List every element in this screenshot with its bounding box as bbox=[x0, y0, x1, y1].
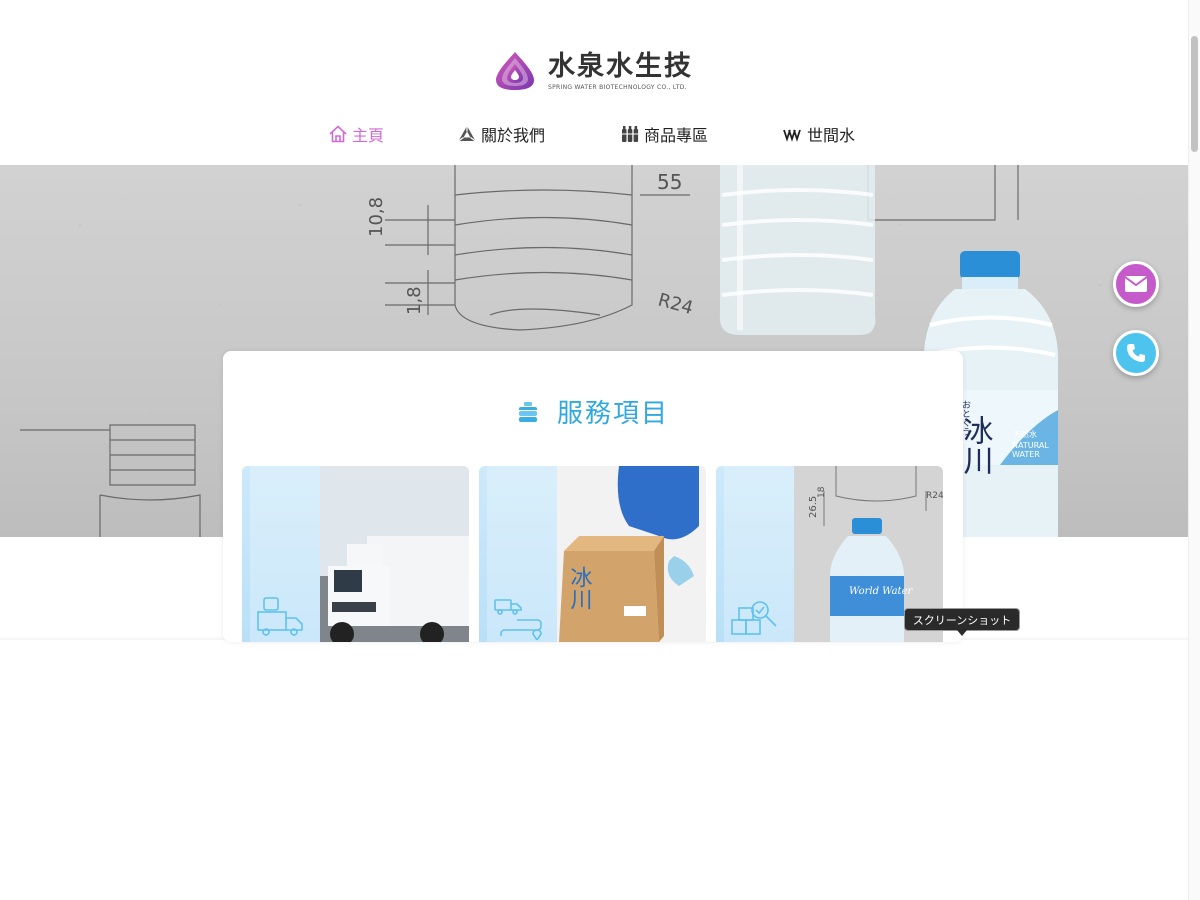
dimension-label: 10,8 bbox=[366, 197, 387, 237]
page: 水泉水生技 SPRING WATER BIOTECHNOLOGY CO., LT… bbox=[0, 0, 1200, 900]
nav-item-label: 主頁 bbox=[352, 126, 385, 145]
mail-icon bbox=[1124, 276, 1148, 292]
service-tile-delivery[interactable] bbox=[242, 466, 469, 642]
dimension-label: 18 bbox=[817, 486, 827, 498]
mail-button[interactable] bbox=[1113, 261, 1159, 307]
nav-item-label: 關於我們 bbox=[481, 126, 546, 145]
phone-button[interactable] bbox=[1113, 330, 1159, 376]
water-jug-icon bbox=[518, 401, 537, 422]
site-header: 水泉水生技 SPRING WATER BIOTECHNOLOGY CO., LT… bbox=[0, 0, 1188, 165]
page-scrollbar[interactable] bbox=[1188, 0, 1200, 900]
bottle-label-text: World Water bbox=[849, 586, 913, 597]
services-title: 服務項目 bbox=[556, 399, 669, 429]
brand-name-en: SPRING WATER BIOTECHNOLOGY CO., LTD. bbox=[548, 83, 687, 91]
nav-item-world-water[interactable]: 世間水 bbox=[783, 120, 855, 148]
nav-item-label: 商品專區 bbox=[644, 126, 709, 145]
services-section: 服務項目 冰川 26.5 R24 18 World Water bbox=[223, 351, 963, 642]
dimension-label: R24 bbox=[926, 491, 943, 501]
route-map-icon bbox=[494, 599, 542, 640]
bottle-sub-en: NATURAL bbox=[1012, 441, 1049, 450]
nav-item-about[interactable]: 關於我們 bbox=[457, 120, 545, 148]
service-tiles: 冰川 26.5 R24 18 World Water bbox=[242, 466, 943, 642]
recycle-triangle-icon bbox=[458, 126, 476, 142]
dimension-label: 1,8 bbox=[404, 286, 425, 315]
delivery-truck-icon bbox=[257, 597, 303, 636]
nav-item-home[interactable]: 主頁 bbox=[328, 120, 384, 148]
water-drop-logo-icon bbox=[496, 52, 534, 90]
package-search-icon bbox=[731, 601, 777, 635]
w-logo-icon bbox=[783, 129, 801, 142]
page-below-fold bbox=[0, 640, 1188, 900]
carton-brand-text: 冰川 bbox=[567, 566, 593, 610]
dimension-label: 26.5 bbox=[808, 496, 819, 518]
dimension-label: 55 bbox=[657, 170, 682, 194]
screenshot-tooltip: スクリーンショット bbox=[904, 608, 1020, 636]
phone-icon bbox=[1127, 344, 1145, 362]
clear-bottle bbox=[719, 165, 876, 335]
bottle-sub-cn: 天然水 bbox=[1013, 429, 1037, 439]
main-nav: 主頁 關於我們 商品專區 世間水 bbox=[0, 120, 1188, 148]
services-heading: 服務項目 bbox=[223, 393, 963, 430]
service-tile-logistics[interactable]: 冰川 bbox=[479, 466, 706, 642]
nav-item-label: 世間水 bbox=[807, 126, 856, 145]
dimension-label: R24 bbox=[656, 290, 696, 319]
home-icon bbox=[329, 125, 347, 143]
scrollbar-thumb[interactable] bbox=[1191, 36, 1198, 152]
nav-item-products[interactable]: 商品專區 bbox=[620, 120, 708, 148]
bottle-sub-en: WATER bbox=[1012, 450, 1040, 459]
brand-logo[interactable]: 水泉水生技 SPRING WATER BIOTECHNOLOGY CO., LT… bbox=[494, 50, 693, 92]
bottles-icon bbox=[622, 126, 639, 142]
brand-name-cn: 水泉水生技 bbox=[548, 50, 693, 82]
